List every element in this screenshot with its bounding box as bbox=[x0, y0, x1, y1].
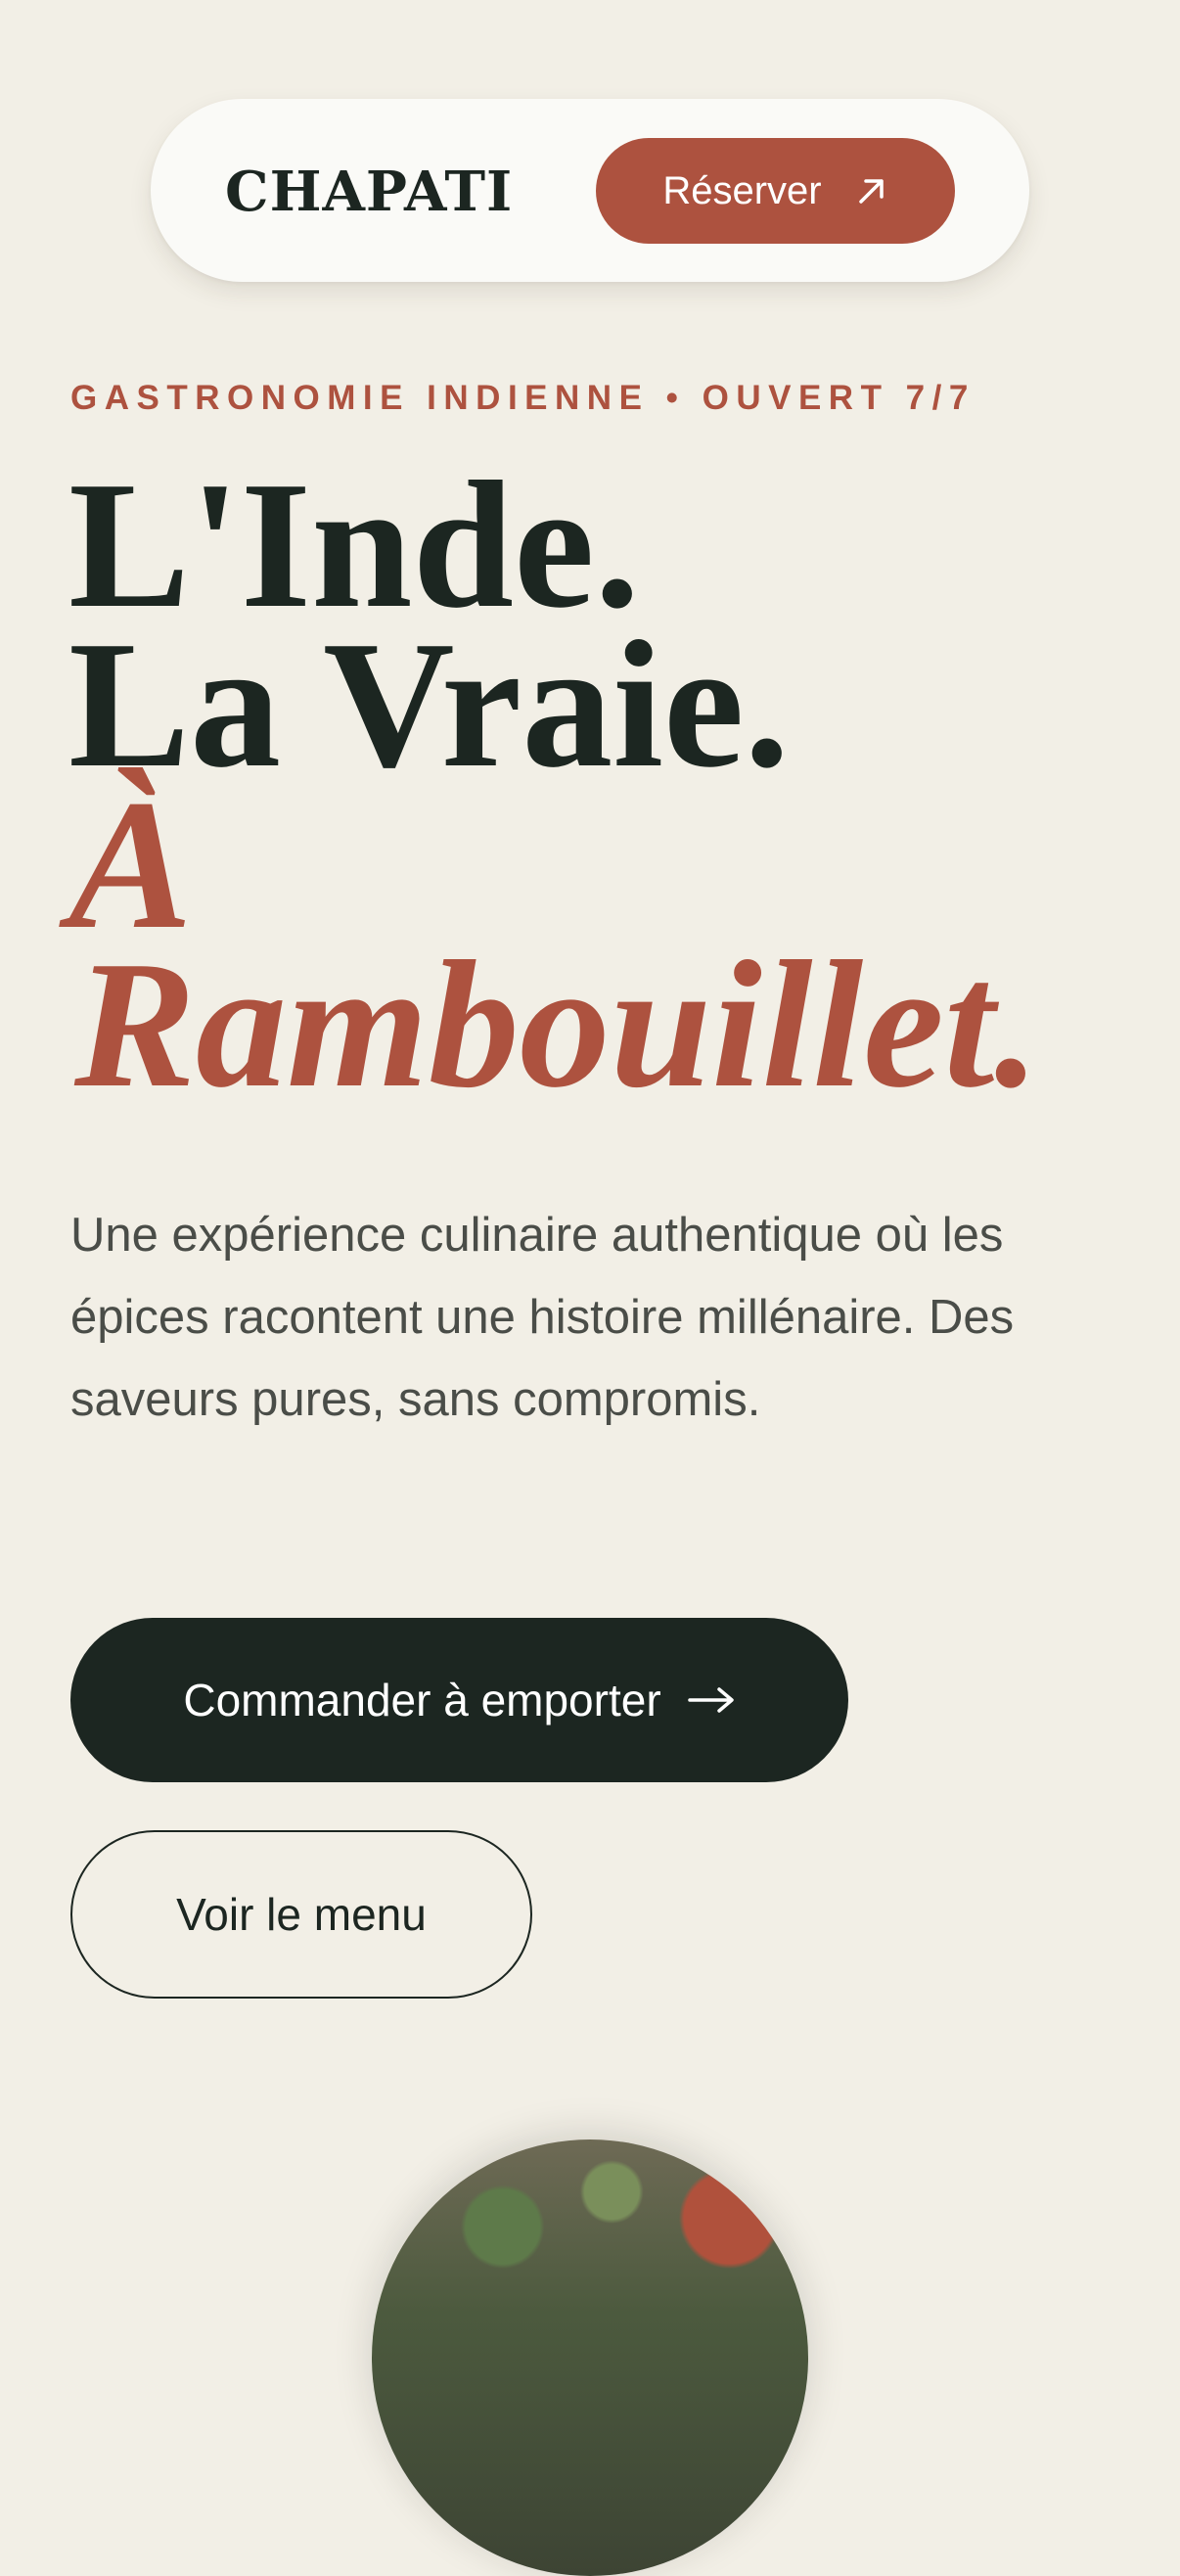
hero-description: Une expérience culinaire authentique où … bbox=[70, 1209, 1015, 1426]
reserve-button[interactable]: Réserver bbox=[596, 138, 955, 244]
order-takeaway-label: Commander à emporter bbox=[183, 1675, 661, 1725]
hero-title-accent-line: Rambouillet. bbox=[74, 924, 1040, 1126]
dish-photo bbox=[372, 2139, 808, 2576]
navbar: CHAPATI Réserver bbox=[151, 99, 1029, 282]
reserve-button-label: Réserver bbox=[662, 168, 822, 212]
order-takeaway-button[interactable]: Commander à emporter bbox=[70, 1618, 848, 1782]
arrow-up-right-icon bbox=[855, 174, 888, 207]
logo[interactable]: CHAPATI bbox=[225, 160, 513, 224]
arrow-right-icon bbox=[687, 1685, 736, 1715]
view-menu-button[interactable]: Voir le menu bbox=[70, 1830, 532, 1999]
hero-eyebrow: GASTRONOMIE INDIENNE • OUVERT 7/7 bbox=[70, 379, 976, 417]
view-menu-label: Voir le menu bbox=[176, 1889, 427, 1940]
